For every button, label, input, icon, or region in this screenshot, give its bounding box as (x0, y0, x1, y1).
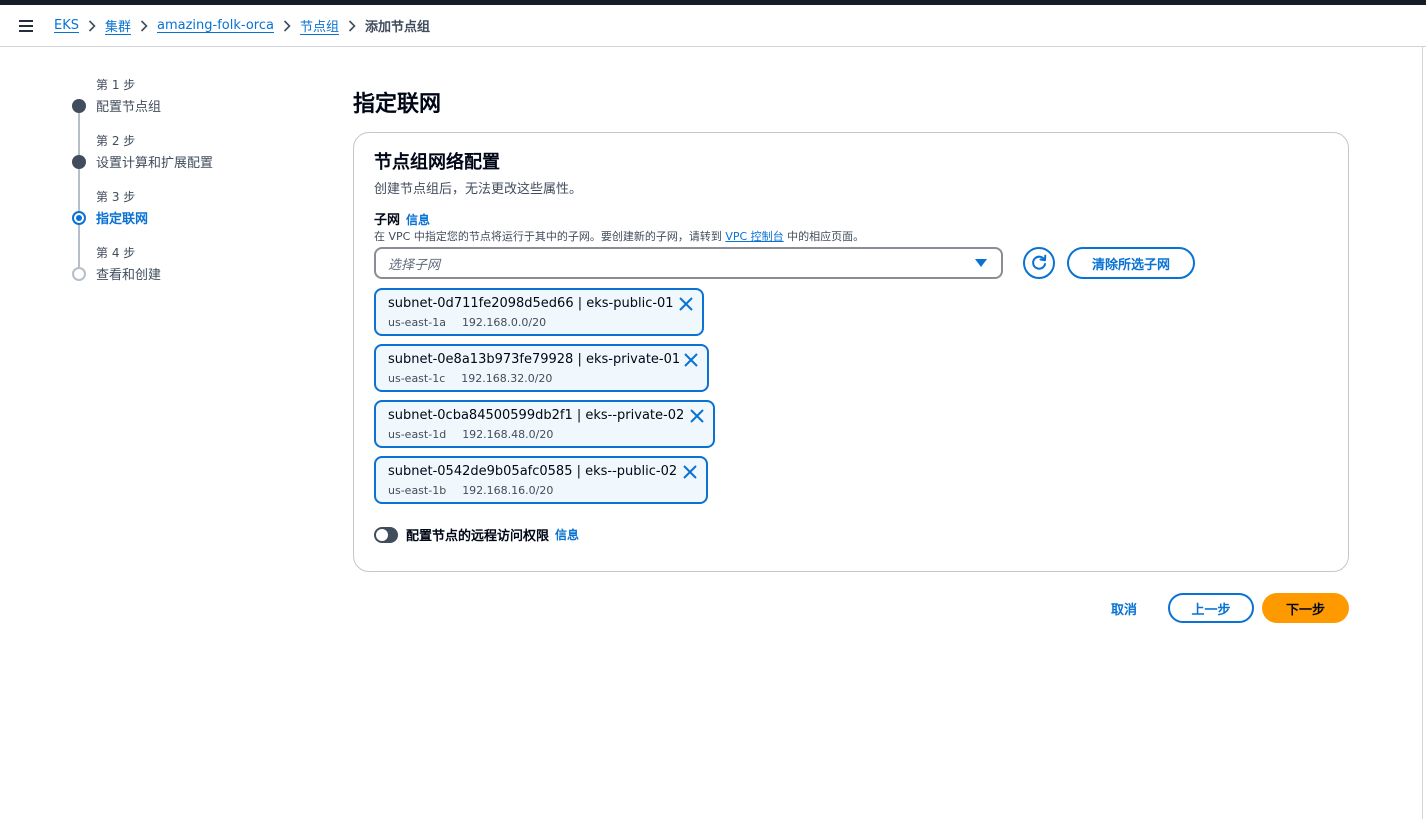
page-title: 指定联网 (353, 92, 442, 117)
subnet-token-meta: us-east-1b 192.168.16.0/20 (388, 484, 553, 497)
breadcrumb-clusters[interactable]: 集群 (105, 16, 131, 35)
subnet-token-zone: us-east-1a (388, 316, 446, 329)
subnet-token-name: subnet-0542de9b05afc0585 | eks--public-0… (388, 464, 678, 479)
step-title[interactable]: 配置节点组 (96, 96, 161, 115)
clear-selected-subnets-button[interactable]: 清除所选子网 (1067, 247, 1195, 279)
refresh-button[interactable] (1023, 247, 1055, 279)
network-config-panel: 节点组网络配置 创建节点组后，无法更改这些属性。 子网 信息 在 VPC 中指定您… (353, 132, 1349, 572)
menu-icon[interactable] (17, 17, 37, 35)
step-number: 第 1 步 (96, 78, 136, 92)
vpc-console-link[interactable]: VPC 控制台 (725, 230, 783, 243)
subnet-select-placeholder: 选择子网 (388, 257, 441, 273)
step-title[interactable]: 设置计算和扩展配置 (96, 152, 213, 171)
subnet-info-link[interactable]: 信息 (406, 213, 430, 227)
subnet-label: 子网 (374, 213, 401, 228)
remote-access-label: 配置节点的远程访问权限 (406, 529, 550, 544)
subnet-token-cidr: 192.168.32.0/20 (461, 372, 553, 385)
dismiss-icon[interactable] (678, 296, 694, 312)
cancel-button[interactable]: 取消 (1098, 593, 1150, 623)
breadcrumb-cluster-name[interactable]: amazing-folk-orca (157, 18, 274, 33)
subnet-token-cidr: 192.168.16.0/20 (462, 484, 554, 497)
dismiss-icon[interactable] (689, 408, 705, 424)
breadcrumb-eks[interactable]: EKS (54, 18, 79, 33)
subnet-token: subnet-0e8a13b973fe79928 | eks-private-0… (374, 344, 709, 392)
wizard-steps: 第 1 步 配置节点组 第 2 步 设置计算和扩展配置 第 3 步 指定联网 第… (70, 76, 300, 300)
subnet-token-zone: us-east-1b (388, 484, 447, 497)
subnet-token-zone: us-east-1c (388, 372, 446, 385)
chevron-right-icon (131, 19, 157, 32)
panel-description: 创建节点组后，无法更改这些属性。 (374, 182, 583, 197)
panel-title: 节点组网络配置 (374, 152, 500, 173)
subnet-token: subnet-0d711fe2098d5ed66 | eks-public-01… (374, 288, 704, 336)
subnet-desc-text: 在 VPC 中指定您的节点将运行于其中的子网。要创建新的子网，请转到 (374, 230, 726, 243)
chevron-right-icon (274, 19, 300, 32)
step-title: 指定联网 (96, 212, 149, 227)
breadcrumb-bar: EKS 集群 amazing-folk-orca 节点组 添加节点组 (0, 5, 1426, 47)
subnet-token-cidr: 192.168.0.0/20 (461, 316, 547, 329)
step-pending-icon (72, 267, 86, 281)
subnet-token-meta: us-east-1c 192.168.32.0/20 (388, 372, 552, 385)
subnet-select[interactable]: 选择子网 (374, 247, 1003, 279)
subnet-token-meta: us-east-1a 192.168.0.0/20 (388, 316, 546, 329)
caret-down-icon (975, 259, 987, 267)
subnet-desc-text-end: 中的相应页面。 (783, 230, 865, 243)
subnet-token-meta: us-east-1d 192.168.48.0/20 (388, 428, 553, 441)
subnet-token: subnet-0542de9b05afc0585 | eks--public-0… (374, 456, 708, 504)
subnet-token: subnet-0cba84500599db2f1 | eks--private-… (374, 400, 715, 448)
chevron-right-icon (79, 19, 105, 32)
step-number: 第 4 步 (96, 246, 136, 260)
refresh-icon (1032, 254, 1047, 270)
wizard-step-2: 第 2 步 设置计算和扩展配置 (70, 132, 300, 211)
page-edge (1422, 47, 1423, 819)
dismiss-icon[interactable] (682, 464, 698, 480)
wizard-step-1: 第 1 步 配置节点组 (70, 76, 300, 155)
wizard-step-4: 第 4 步 查看和创建 (70, 244, 300, 300)
step-number: 第 3 步 (96, 190, 136, 204)
step-done-icon (72, 99, 86, 113)
breadcrumb-node-groups[interactable]: 节点组 (300, 16, 339, 35)
subnet-token-cidr: 192.168.48.0/20 (462, 428, 554, 441)
step-done-icon (72, 155, 86, 169)
remote-access-info-link[interactable]: 信息 (555, 526, 579, 543)
breadcrumb: EKS 集群 amazing-folk-orca 节点组 添加节点组 (54, 16, 430, 35)
subnet-token-zone: us-east-1d (388, 428, 447, 441)
subnet-description: 在 VPC 中指定您的节点将运行于其中的子网。要创建新的子网，请转到 VPC 控… (374, 228, 864, 244)
next-button[interactable]: 下一步 (1262, 593, 1349, 623)
chevron-right-icon (339, 19, 365, 32)
dismiss-icon[interactable] (683, 352, 699, 368)
remote-access-toggle[interactable] (374, 526, 398, 543)
step-title: 查看和创建 (96, 268, 162, 283)
subnet-token-name: subnet-0d711fe2098d5ed66 | eks-public-01 (388, 296, 674, 311)
remote-access-row: 配置节点的远程访问权限 信息 (374, 525, 579, 544)
step-active-icon (72, 211, 86, 225)
wizard-step-3: 第 3 步 指定联网 (70, 188, 300, 267)
subnet-field-label: 子网 信息 (374, 209, 430, 228)
subnet-token-name: subnet-0e8a13b973fe79928 | eks-private-0… (388, 352, 681, 367)
step-number: 第 2 步 (96, 134, 136, 148)
previous-button[interactable]: 上一步 (1168, 593, 1254, 623)
breadcrumb-current: 添加节点组 (364, 20, 430, 35)
subnet-token-name: subnet-0cba84500599db2f1 | eks--private-… (388, 408, 685, 423)
